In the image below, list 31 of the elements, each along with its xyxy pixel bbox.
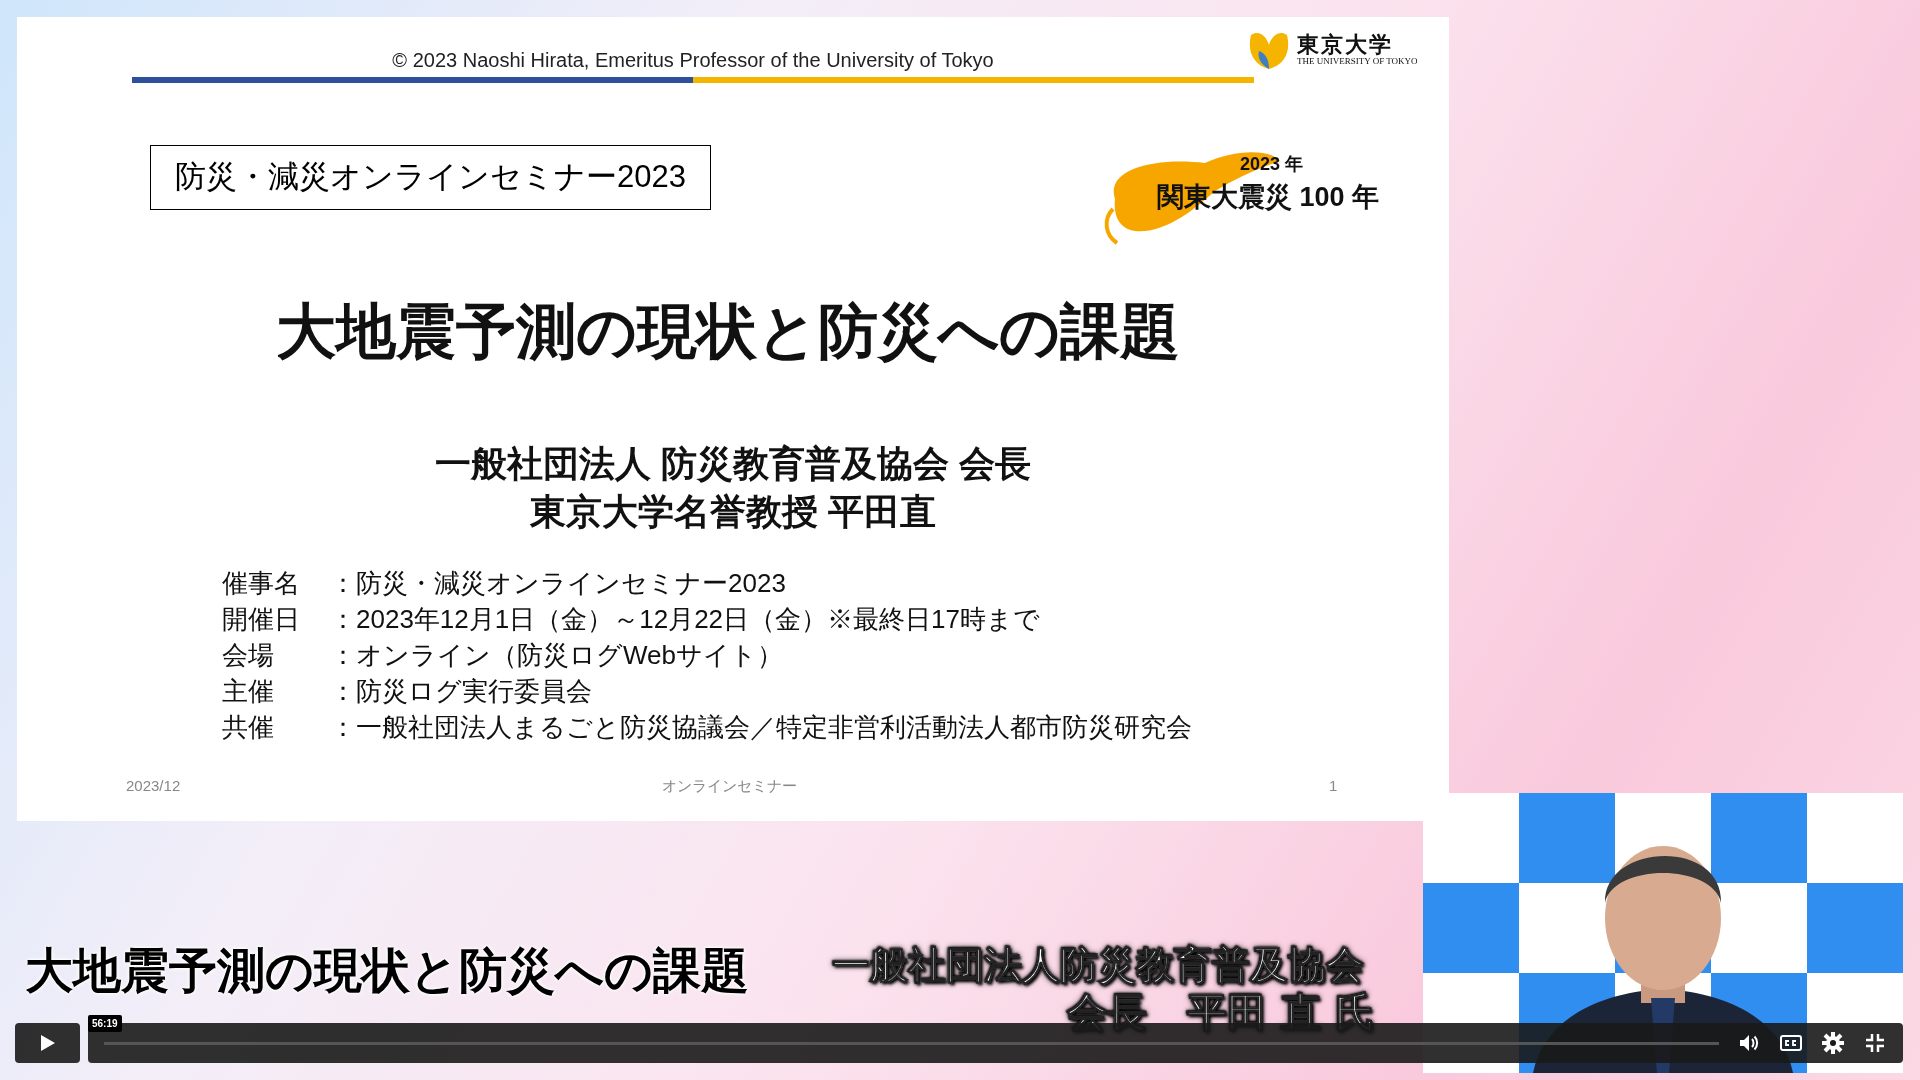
detail-label: 共催 [222,710,275,744]
caption-name: 会長 平田 直 氏 [1067,987,1375,1037]
logo-name: 東京大学 [1297,32,1394,55]
detail-value: ：一般社団法人まるごと防災協議会／特定非営利活動法人都市防災研究会 [330,710,1192,744]
slide-header: © 2023 Naoshi Hirata, Emeritus Professor of the University of Tokyo [391,48,995,73]
badge-year: 2023 年 [1240,153,1304,176]
detail-value: ：オンライン（防災ログWebサイト） [330,638,783,672]
detail-value: ：防災・減災オンラインセミナー2023 [330,566,786,600]
time-tooltip: 56:19 [88,1015,122,1032]
play-button[interactable] [15,1023,80,1063]
slide-footer-text: オンラインセミナー [662,776,797,796]
progress-track[interactable] [104,1041,1719,1045]
detail-value: ：2023年12月1日（金）～12月22日（金）※最終日17時まで [330,602,1040,636]
caption-title: 大地震予測の現状と防災への課題 [25,941,749,1000]
settings-icon[interactable] [1821,1031,1845,1055]
slide-date: 2023/12 [126,776,181,796]
detail-value: ：防災ログ実行委員会 [330,674,592,708]
play-icon [39,1034,56,1052]
slide-number: 1 [1329,776,1338,796]
detail-label: 催事名 [222,566,301,600]
event-title-box: 防災・減災オンラインセミナー2023 [150,145,711,210]
detail-label: 開催日 [222,602,301,636]
detail-label: 会場 [222,638,275,672]
caption-organization: 一般社団法人防災教育普及協会 [832,941,1364,989]
slide-title: 大地震予測の現状と防災への課題 [275,302,1181,362]
badge-title: 関東大震災 100 年 [1157,181,1380,214]
presenter-line: 東京大学名誉教授 平田直 [530,490,936,534]
presenter-line: 一般社団法人 防災教育普及協会 会長 [435,442,1031,486]
logo-subtitle: THE UNIVERSITY OF TOKYO [1297,56,1418,66]
detail-label: 主催 [222,674,275,708]
exit-fullscreen-icon[interactable] [1863,1031,1887,1055]
